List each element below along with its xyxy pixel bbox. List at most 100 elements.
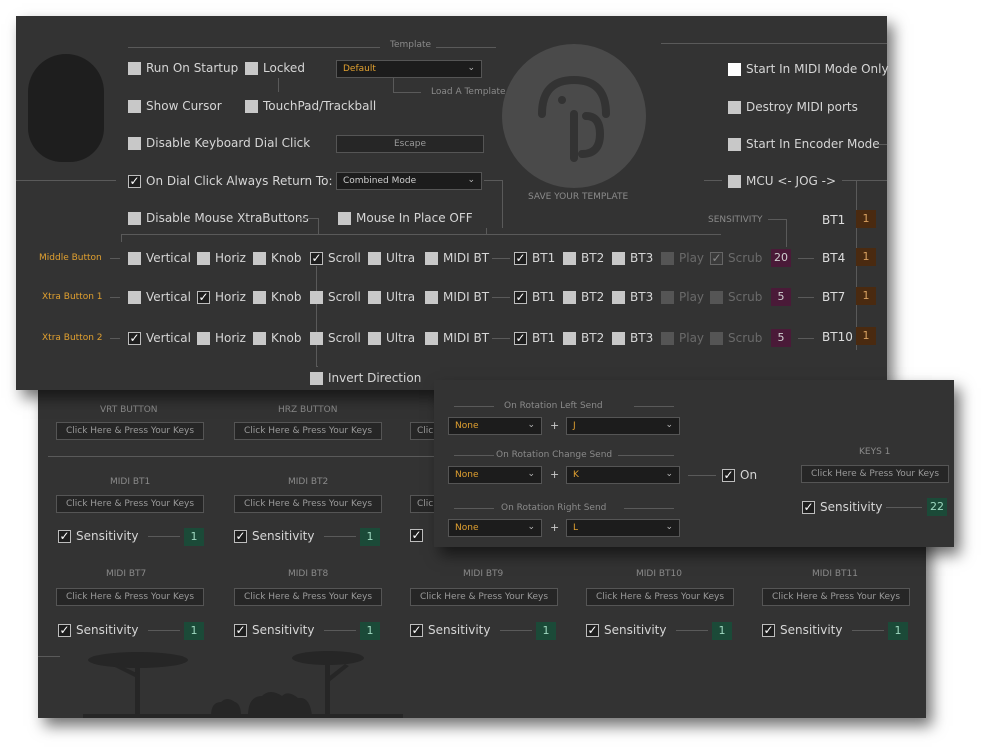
keys1-sensitivity-value[interactable]: 22 bbox=[927, 498, 947, 516]
change-key-select[interactable]: K ⌄ bbox=[566, 466, 680, 484]
xtra1-scrub-checkbox[interactable]: Scrub bbox=[710, 290, 762, 304]
left-modifier-select[interactable]: None ⌄ bbox=[448, 417, 542, 435]
middle-play-checkbox[interactable]: Play bbox=[661, 251, 704, 265]
middle-midibt-checkbox[interactable]: MIDI BT bbox=[425, 251, 489, 265]
xtra1-midibt-checkbox[interactable]: MIDI BT bbox=[425, 290, 489, 304]
midi-bt1-keys-field[interactable]: Click Here & Press Your Keys bbox=[56, 495, 204, 513]
middle-button-label: Middle Button bbox=[39, 253, 102, 263]
midi-bt2-sensitivity-value[interactable]: 1 bbox=[360, 528, 380, 546]
load-template-link[interactable]: Load A Template bbox=[431, 87, 506, 97]
midi-bt10-sensitivity-value[interactable]: 1 bbox=[712, 622, 732, 640]
change-modifier-select[interactable]: None ⌄ bbox=[448, 466, 542, 484]
midi-bt10-keys-field[interactable]: Click Here & Press Your Keys bbox=[586, 588, 734, 606]
midi-bt2-keys-field[interactable]: Click Here & Press Your Keys bbox=[234, 495, 382, 513]
midi-bt3-sensitivity-checkbox[interactable] bbox=[410, 529, 423, 542]
midi-bt11-sensitivity-checkbox[interactable]: Sensitivity bbox=[762, 623, 842, 637]
midi-bt7-keys-field[interactable]: Click Here & Press Your Keys bbox=[56, 588, 204, 606]
show-cursor-checkbox[interactable]: Show Cursor bbox=[128, 99, 222, 113]
combined-mode-select[interactable]: Combined Mode ⌄ bbox=[336, 172, 482, 190]
rotation-panel: On Rotation Left Send None ⌄ + J ⌄ On Rota… bbox=[434, 380, 954, 547]
xtra2-knob-checkbox[interactable]: Knob bbox=[253, 331, 301, 345]
hrz-keys-field[interactable]: Click Here & Press Your Keys bbox=[234, 422, 382, 440]
midi-bt9-keys-field[interactable]: Click Here & Press Your Keys bbox=[410, 588, 558, 606]
touchpad-checkbox[interactable]: TouchPad/Trackball bbox=[245, 99, 376, 113]
locked-checkbox[interactable]: Locked bbox=[245, 61, 305, 75]
middle-bt3-checkbox[interactable]: BT3 bbox=[612, 251, 653, 265]
destroy-midi-checkbox[interactable]: Destroy MIDI ports bbox=[728, 100, 858, 114]
keys1-sensitivity-checkbox[interactable]: Sensitivity bbox=[802, 500, 882, 514]
mouse-in-place-checkbox[interactable]: Mouse In Place OFF bbox=[338, 211, 473, 225]
vrt-keys-field[interactable]: Click Here & Press Your Keys bbox=[56, 422, 204, 440]
midi-bt11-sensitivity-value[interactable]: 1 bbox=[888, 622, 908, 640]
midi-bt1-sensitivity-checkbox[interactable]: Sensitivity bbox=[58, 529, 138, 543]
xtra1-vertical-checkbox[interactable]: Vertical bbox=[128, 290, 191, 304]
template-select[interactable]: Default ⌄ bbox=[336, 60, 482, 78]
midi-bt10-sensitivity-checkbox[interactable]: Sensitivity bbox=[586, 623, 666, 637]
midi-bt8-keys-field[interactable]: Click Here & Press Your Keys bbox=[234, 588, 382, 606]
xtra1-sensitivity-value[interactable]: 5 bbox=[771, 288, 791, 306]
connector bbox=[318, 218, 319, 234]
middle-knob-checkbox[interactable]: Knob bbox=[253, 251, 301, 265]
midi-bt1-sensitivity-value[interactable]: 1 bbox=[184, 528, 204, 546]
middle-bt2-checkbox[interactable]: BT2 bbox=[563, 251, 604, 265]
escape-field[interactable]: Escape bbox=[336, 135, 484, 153]
checkbox-check-icon bbox=[58, 623, 71, 637]
on-dial-click-checkbox[interactable]: On Dial Click Always Return To: bbox=[128, 174, 333, 188]
keys1-field[interactable]: Click Here & Press Your Keys bbox=[801, 465, 949, 483]
rotation-on-checkbox[interactable]: On bbox=[722, 468, 757, 482]
midi-bt9-sensitivity-checkbox[interactable]: Sensitivity bbox=[410, 623, 490, 637]
xtra2-ultra-checkbox[interactable]: Ultra bbox=[368, 331, 415, 345]
right-modifier-select[interactable]: None ⌄ bbox=[448, 519, 542, 537]
chevron-down-icon: ⌄ bbox=[665, 469, 673, 479]
start-midi-mode-checkbox[interactable]: Start In MIDI Mode Only bbox=[728, 62, 889, 76]
midi-bt2-sensitivity-checkbox[interactable]: Sensitivity bbox=[234, 529, 314, 543]
save-template-link[interactable]: SAVE YOUR TEMPLATE bbox=[528, 192, 628, 202]
disable-mouse-xtra-checkbox[interactable]: Disable Mouse XtraButtons bbox=[128, 211, 309, 225]
xtra1-bt1-checkbox[interactable]: BT1 bbox=[514, 290, 555, 304]
middle-sensitivity-value[interactable]: 20 bbox=[771, 249, 791, 267]
bt7-label: BT7 bbox=[822, 290, 846, 304]
middle-ultra-checkbox[interactable]: Ultra bbox=[368, 251, 415, 265]
middle-vertical-checkbox[interactable]: Vertical bbox=[128, 251, 191, 265]
xtra1-play-checkbox[interactable]: Play bbox=[661, 290, 704, 304]
midi-bt9-sensitivity-value[interactable]: 1 bbox=[536, 622, 556, 640]
mcu-jog-checkbox[interactable]: MCU <- JOG -> bbox=[728, 174, 836, 188]
connector bbox=[110, 297, 120, 298]
xtra2-horiz-checkbox[interactable]: Horiz bbox=[197, 331, 246, 345]
midi-bt7-sensitivity-checkbox[interactable]: Sensitivity bbox=[58, 623, 138, 637]
xtra1-ultra-checkbox[interactable]: Ultra bbox=[368, 290, 415, 304]
invert-direction-checkbox[interactable]: Invert Direction bbox=[310, 371, 421, 385]
xtra1-horiz-checkbox[interactable]: Horiz bbox=[197, 290, 246, 304]
xtra2-sensitivity-value[interactable]: 5 bbox=[771, 329, 791, 347]
left-key-select[interactable]: J ⌄ bbox=[566, 417, 680, 435]
xtra2-play-checkbox[interactable]: Play bbox=[661, 331, 704, 345]
xtra1-scroll-checkbox[interactable]: Scroll bbox=[310, 290, 361, 304]
right-key-select[interactable]: L ⌄ bbox=[566, 519, 680, 537]
xtra2-scrub-checkbox[interactable]: Scrub bbox=[710, 331, 762, 345]
middle-bt1-checkbox[interactable]: BT1 bbox=[514, 251, 555, 265]
xtra2-scroll-checkbox[interactable]: Scroll bbox=[310, 331, 361, 345]
middle-scrub-checkbox[interactable]: Scrub bbox=[710, 251, 762, 265]
bt4-value[interactable]: 1 bbox=[856, 248, 876, 266]
middle-scroll-checkbox[interactable]: Scroll bbox=[310, 251, 361, 265]
checkbox-check-icon bbox=[234, 623, 247, 637]
midi-bt11-keys-field[interactable]: Click Here & Press Your Keys bbox=[762, 588, 910, 606]
xtra1-bt3-checkbox[interactable]: BT3 bbox=[612, 290, 653, 304]
xtra2-vertical-checkbox[interactable]: Vertical bbox=[128, 331, 191, 345]
xtra1-knob-checkbox[interactable]: Knob bbox=[253, 290, 301, 304]
xtra2-bt2-checkbox[interactable]: BT2 bbox=[563, 331, 604, 345]
run-on-startup-checkbox[interactable]: Run On Startup bbox=[128, 61, 238, 75]
start-encoder-checkbox[interactable]: Start In Encoder Mode bbox=[728, 137, 880, 151]
bt10-value[interactable]: 1 bbox=[856, 327, 876, 345]
connector bbox=[110, 258, 120, 259]
bt7-value[interactable]: 1 bbox=[856, 287, 876, 305]
midi-bt8-sensitivity-checkbox[interactable]: Sensitivity bbox=[234, 623, 314, 637]
disable-dial-click-checkbox[interactable]: Disable Keyboard Dial Click bbox=[128, 136, 310, 150]
xtra2-bt3-checkbox[interactable]: BT3 bbox=[612, 331, 653, 345]
xtra2-midibt-checkbox[interactable]: MIDI BT bbox=[425, 331, 489, 345]
chevron-down-icon: ⌄ bbox=[527, 420, 535, 430]
xtra1-bt2-checkbox[interactable]: BT2 bbox=[563, 290, 604, 304]
xtra2-bt1-checkbox[interactable]: BT1 bbox=[514, 331, 555, 345]
bt1-value[interactable]: 1 bbox=[856, 210, 876, 228]
middle-horiz-checkbox[interactable]: Horiz bbox=[197, 251, 246, 265]
